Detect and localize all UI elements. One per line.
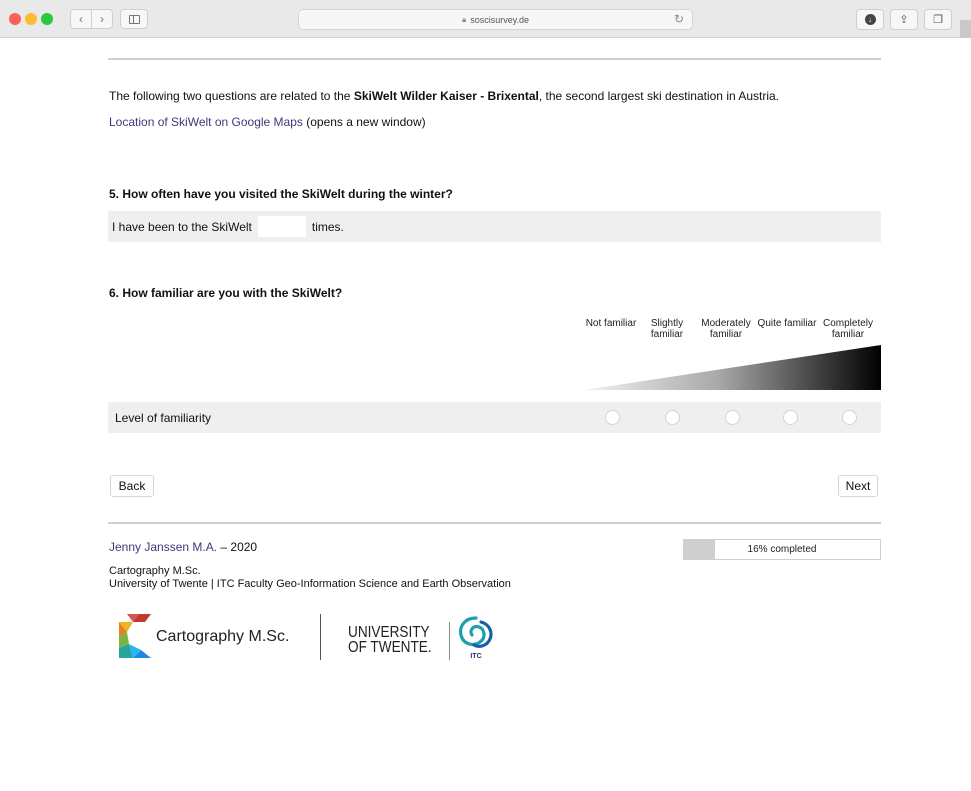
visits-prefix: I have been to the SkiWelt [112, 219, 252, 234]
share-button[interactable]: ⇪ [890, 9, 918, 30]
author-link[interactable]: Jenny Janssen M.A. [109, 540, 217, 554]
lock-icon: 🔒︎ [461, 14, 467, 24]
browser-forward-button[interactable]: › [91, 9, 113, 29]
scale-label-moderately-familiar: Moderately familiar [701, 318, 751, 340]
browser-back-button[interactable]: ‹ [70, 9, 92, 29]
question-6-row: Level of familiarity [108, 402, 881, 433]
university-of-twente-logo: UNIVERSITY OF TWENTE. [348, 624, 432, 656]
maps-line: Location of SkiWelt on Google Maps (open… [109, 115, 426, 129]
visits-suffix: times. [311, 219, 344, 234]
reload-icon[interactable]: ↻ [674, 12, 684, 26]
progress-bar: 16% completed [683, 539, 881, 560]
sidebar-icon [128, 14, 140, 24]
ut-logo-line-2: OF TWENTE. [348, 639, 432, 656]
bottom-divider [108, 522, 881, 524]
download-icon: ↓ [864, 14, 876, 25]
address-bar[interactable]: 🔒︎ soscisurvey.de ↻ [298, 9, 693, 30]
university-name: University of Twente | ITC Faculty Geo-I… [109, 578, 511, 590]
window-edge [960, 20, 971, 38]
top-divider [108, 58, 881, 60]
author-year: – 2020 [217, 540, 258, 554]
scale-label-completely-familiar: Completely familiar [822, 318, 874, 340]
intro-destination: SkiWelt Wilder Kaiser - Brixental [353, 89, 539, 103]
scale-label-quite-familiar: Quite familiar [757, 318, 817, 329]
intro-prefix: The following two questions are related … [109, 89, 354, 103]
author-line: Jenny Janssen M.A. – 2020 [109, 540, 257, 554]
address-url: soscisurvey.de [470, 14, 530, 25]
radio-completely-familiar[interactable] [842, 410, 857, 425]
google-maps-link[interactable]: Location of SkiWelt on Google Maps [109, 115, 303, 129]
logo-divider [320, 614, 321, 660]
question-5-title: 5. How often have you visited the SkiWel… [109, 187, 453, 201]
sidebar-toggle-button[interactable] [120, 9, 148, 29]
back-button[interactable]: Back [110, 475, 154, 497]
question-6-title: 6. How familiar are you with the SkiWelt… [109, 286, 343, 300]
tab-overview-button[interactable]: ❐ [924, 9, 952, 30]
maps-note: (opens a new window) [302, 115, 426, 129]
intro-text: The following two questions are related … [109, 89, 779, 103]
tabs-icon: ❐ [933, 14, 943, 26]
progress-text: 16% completed [747, 544, 817, 555]
radio-slightly-familiar[interactable] [665, 410, 680, 425]
downloads-button[interactable]: ↓ [856, 9, 884, 30]
radio-quite-familiar[interactable] [783, 410, 798, 425]
cartography-logo-text: Cartography M.Sc. [156, 628, 290, 645]
chevron-right-icon: › [100, 12, 104, 26]
itc-logo-text: ITC [470, 653, 481, 660]
ut-logo-divider [449, 622, 450, 660]
browser-toolbar: ‹ › 🔒︎ soscisurvey.de ↻ ↓ ⇪ ❐ [0, 0, 971, 38]
visits-count-input[interactable] [257, 216, 306, 237]
chevron-left-icon: ‹ [79, 12, 83, 26]
maximize-window-button[interactable] [41, 13, 53, 25]
cartography-logo-icon [119, 614, 151, 658]
familiarity-row-label: Level of familiarity [115, 411, 212, 425]
intro-suffix: , the second largest ski destination in … [538, 89, 780, 103]
scale-label-slightly-familiar: Slightly familiar [650, 318, 684, 340]
question-5-row: I have been to the SkiWelt times. [108, 211, 881, 242]
minimize-window-button[interactable] [25, 13, 37, 25]
scale-label-not-familiar: Not familiar [585, 318, 637, 329]
share-icon: ⇪ [899, 14, 909, 26]
itc-logo-icon: ITC [459, 616, 493, 660]
program-name: Cartography M.Sc. [109, 565, 201, 577]
next-button[interactable]: Next [838, 475, 878, 497]
familiarity-gradient-wedge [584, 345, 881, 390]
radio-not-familiar[interactable] [605, 410, 620, 425]
close-window-button[interactable] [9, 13, 21, 25]
radio-moderately-familiar[interactable] [725, 410, 740, 425]
ut-logo-line-1: UNIVERSITY [348, 624, 430, 641]
